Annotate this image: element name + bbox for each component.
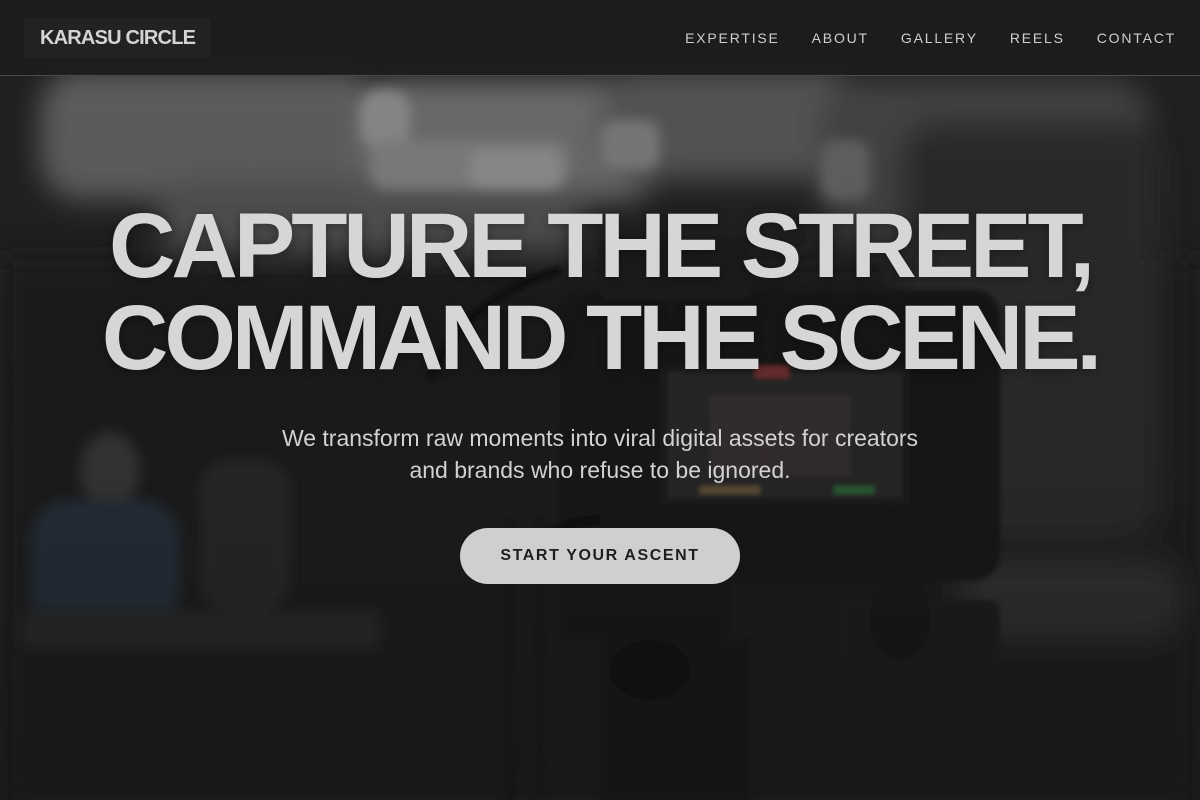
site-header: KARASU CIRCLE EXPERTISE ABOUT GALLERY RE… (0, 0, 1200, 76)
main-nav: EXPERTISE ABOUT GALLERY REELS CONTACT (685, 0, 1176, 76)
nav-link-about[interactable]: ABOUT (812, 30, 869, 46)
hero-section: CAPTURE THE STREET, COMMAND THE SCENE. W… (0, 200, 1200, 584)
nav-link-expertise[interactable]: EXPERTISE (685, 30, 780, 46)
hero-title-line: COMMAND THE SCENE. (101, 287, 1102, 389)
hero-title-line: CAPTURE THE STREET, (108, 195, 1095, 297)
nav-link-reels[interactable]: REELS (1010, 30, 1065, 46)
hero-subtitle: We transform raw moments into viral digi… (250, 422, 950, 486)
nav-link-contact[interactable]: CONTACT (1097, 30, 1176, 46)
hero-subtitle-line: We transform raw moments into viral digi… (281, 425, 919, 451)
hero-subtitle-line: and brands who refuse to be ignored. (409, 457, 791, 483)
start-your-ascent-button[interactable]: START YOUR ASCENT (460, 528, 740, 584)
hero-title: CAPTURE THE STREET, COMMAND THE SCENE. (0, 200, 1200, 384)
site-logo[interactable]: KARASU CIRCLE (24, 18, 212, 58)
nav-link-gallery[interactable]: GALLERY (901, 30, 978, 46)
